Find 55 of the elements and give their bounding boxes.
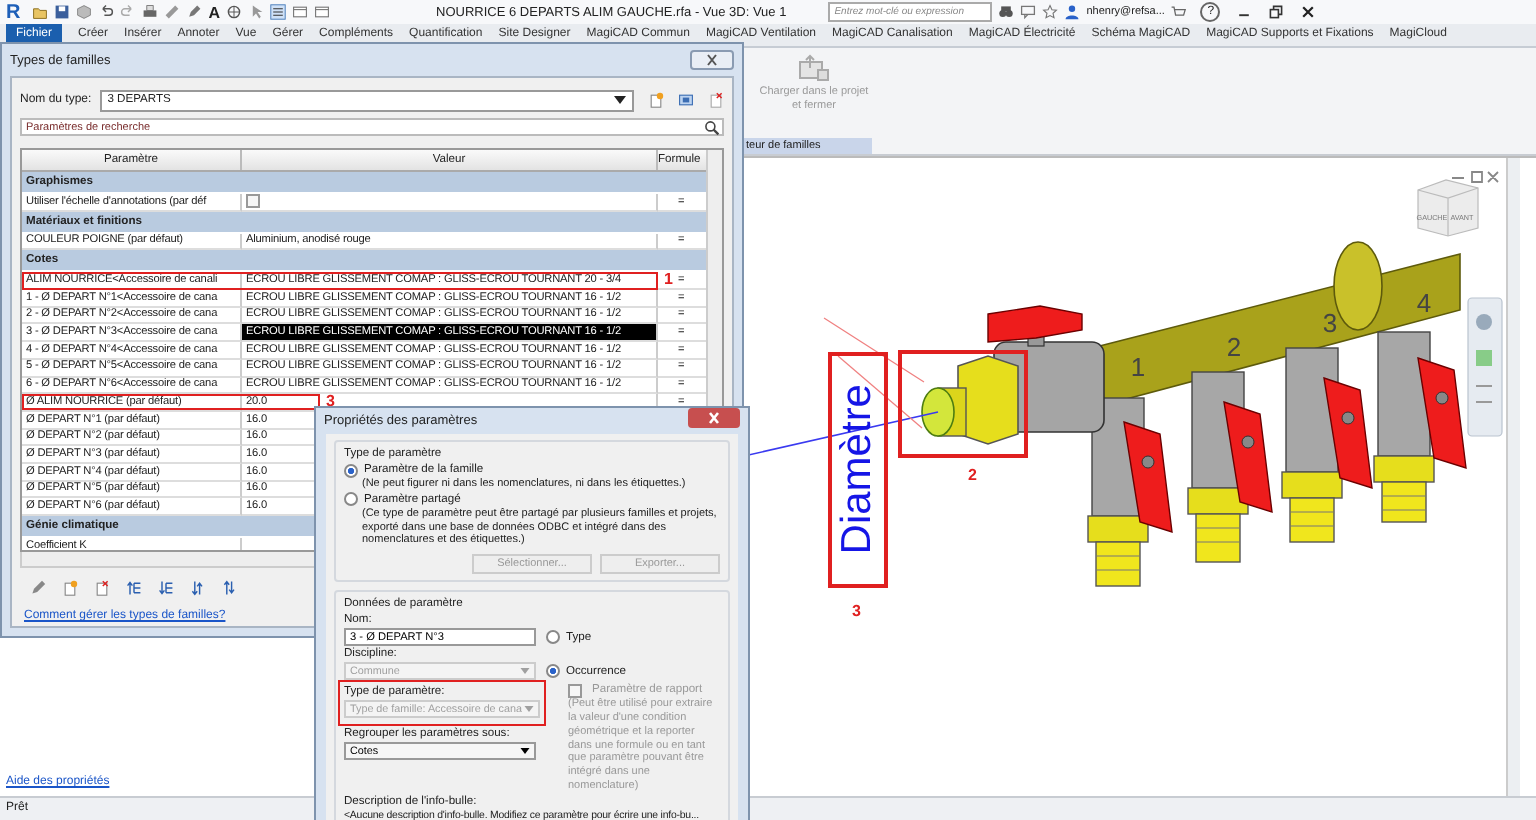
binoculars-icon[interactable] (998, 4, 1015, 20)
outlet-number: 1 (1130, 352, 1146, 382)
close-icon[interactable] (1300, 4, 1317, 20)
sort-ascending-icon[interactable] (190, 580, 206, 596)
close-button[interactable] (690, 50, 734, 70)
globe-icon[interactable] (226, 4, 243, 20)
chat-icon[interactable] (1020, 4, 1037, 20)
checkbox[interactable] (246, 194, 260, 209)
close-icon (704, 410, 724, 426)
window-icon[interactable] (314, 4, 331, 20)
callout-number: 3 (326, 392, 335, 413)
callout-box (898, 350, 1028, 458)
caret-icon (524, 706, 534, 713)
folder-icon[interactable] (32, 4, 49, 20)
caret-icon (520, 748, 530, 755)
callout-number: 2 (968, 466, 977, 484)
rename-icon[interactable] (678, 92, 694, 108)
app-logo[interactable]: R (6, 1, 21, 23)
callout-number: 1 (664, 270, 673, 291)
outlet-number: 2 (1226, 332, 1242, 362)
window-icon[interactable] (292, 4, 309, 20)
view-controls[interactable] (1451, 171, 1499, 183)
caret-icon (614, 96, 626, 104)
pencil-icon[interactable] (30, 580, 46, 596)
outlet-number: 4 (1416, 288, 1432, 318)
sort-descending-icon[interactable] (222, 580, 238, 596)
load-icon (798, 54, 830, 82)
list-icon[interactable] (270, 4, 287, 20)
callout-number: 3 (852, 602, 861, 620)
user-icon[interactable] (1064, 4, 1081, 20)
save-icon[interactable] (54, 4, 71, 20)
close-icon (702, 52, 722, 68)
search-icon[interactable] (704, 119, 720, 135)
undo-icon[interactable] (98, 4, 115, 20)
reference-line (823, 317, 925, 383)
move-down-icon[interactable] (158, 580, 174, 596)
cube-icon[interactable] (76, 4, 93, 20)
view-cube[interactable] (1417, 179, 1479, 237)
dimension-label: Diamètre (836, 384, 880, 556)
star-icon[interactable] (1042, 4, 1059, 20)
new-parameter-icon[interactable] (62, 580, 78, 596)
text-tool[interactable]: A (208, 3, 221, 21)
outlet-number: 3 (1322, 308, 1338, 338)
delete-icon[interactable] (94, 580, 110, 596)
delete-type-icon[interactable] (708, 92, 724, 108)
printer-icon[interactable] (142, 4, 159, 20)
move-up-icon[interactable] (126, 580, 142, 596)
ruler-icon[interactable] (164, 4, 181, 20)
close-button[interactable] (688, 408, 740, 428)
pencil-icon[interactable] (186, 4, 203, 20)
cart-icon[interactable] (1170, 4, 1187, 20)
new-type-icon[interactable] (648, 92, 664, 108)
restore-icon[interactable] (1268, 4, 1285, 20)
caret-icon (520, 668, 530, 675)
scrollbar[interactable] (1506, 158, 1520, 796)
